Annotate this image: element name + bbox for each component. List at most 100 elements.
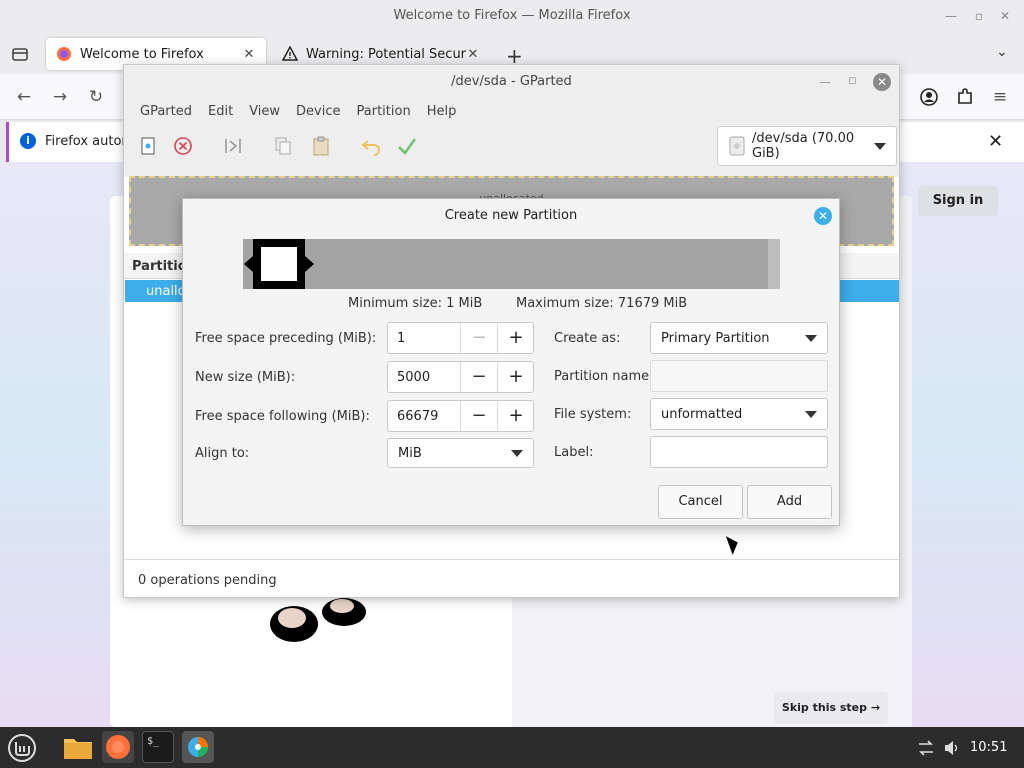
decrement-button[interactable]: − [460,362,497,392]
align-to-combo[interactable]: MiB [387,438,534,468]
mint-menu-icon[interactable] [6,732,38,764]
label-field[interactable] [650,436,828,468]
device-selector[interactable]: /dev/sda (70.00 GiB) [717,126,897,166]
close-dialog-icon[interactable]: ✕ [814,207,832,225]
notification-text: Firefox autom [45,134,135,149]
new-partition-icon[interactable] [135,135,161,161]
increment-button[interactable]: + [497,362,534,392]
firefox-icon[interactable] [102,731,134,763]
forward-icon[interactable]: → [49,86,71,108]
minimize-icon[interactable]: — [819,75,831,89]
partition-resize-handle-inner [261,247,297,281]
create-as-combo[interactable]: Primary Partition [650,322,828,354]
undo-icon[interactable] [358,135,384,161]
reload-icon[interactable]: ↻ [85,86,107,108]
menu-edit[interactable]: Edit [200,99,241,125]
chevron-down-icon [874,142,886,150]
skip-step-button[interactable]: Skip this step → [774,692,888,724]
partition-size-bar[interactable] [243,239,780,289]
resize-left-arrow-icon[interactable] [244,256,253,272]
close-tab-icon[interactable]: ✕ [242,47,256,62]
chevron-down-icon [805,411,817,418]
free-space-preceding-spinner: 1 − + [387,322,534,354]
chevron-down-icon [511,450,523,457]
list-all-tabs-icon[interactable]: ⌄ [996,44,1008,60]
add-button[interactable]: Add [747,485,832,519]
back-icon[interactable]: ← [13,86,35,108]
extensions-icon[interactable] [954,86,976,108]
free-space-following-label: Free space following (MiB): [195,409,370,424]
align-to-value: MiB [398,446,422,461]
new-size-spinner: 5000 − + [387,361,534,393]
new-size-label: New size (MiB): [195,370,296,385]
account-icon[interactable] [918,86,940,108]
free-space-following-input[interactable]: 66679 [397,409,438,424]
close-tab-icon[interactable]: ✕ [466,47,480,62]
gparted-menubar: GParted Edit View Device Partition Help [124,99,899,125]
menu-partition[interactable]: Partition [349,99,419,125]
gparted-icon[interactable] [182,731,214,763]
free-space-preceding-label: Free space preceding (MiB): [195,331,377,346]
create-as-value: Primary Partition [661,331,770,346]
apply-icon[interactable] [394,135,420,161]
create-partition-dialog: Create new Partition ✕ Minimum size: 1 M… [182,198,840,526]
chevron-down-icon [805,335,817,342]
partition-name-field[interactable] [650,360,828,392]
menu-icon[interactable]: ≡ [989,86,1011,108]
maximize-icon[interactable]: ▫ [972,9,986,23]
partition-size-bar-end [768,239,780,289]
clock[interactable]: 10:51 [970,740,1007,755]
file-system-label: File system: [554,407,632,422]
file-system-value: unformatted [661,407,743,422]
tab-overview-icon[interactable] [10,44,30,64]
illustration-shoes [266,594,370,650]
terminal-icon[interactable]: $_ [142,731,174,763]
delete-partition-icon[interactable] [170,135,196,161]
decrement-button[interactable]: − [460,401,497,431]
maximum-size-label: Maximum size: 71679 MiB [516,296,688,311]
gparted-window-title: /dev/sda - GParted [451,74,572,89]
align-to-label: Align to: [195,446,250,461]
network-icon[interactable] [917,740,935,756]
free-space-following-spinner: 66679 − + [387,400,534,432]
minimize-icon[interactable]: — [944,9,958,23]
new-tab-icon[interactable]: + [506,44,524,68]
dialog-title: Create new Partition [444,208,578,223]
decrement-button[interactable]: − [460,323,497,353]
resize-right-arrow-icon[interactable] [305,256,314,272]
table-row-partition: unallo [146,284,186,299]
free-space-preceding-input[interactable]: 1 [397,331,405,346]
label-label: Label: [554,445,594,460]
files-icon[interactable] [62,731,94,763]
minimum-size-label: Minimum size: 1 MiB [348,296,483,311]
tab-label: Warning: Potential Security [306,46,466,62]
info-icon: i [20,133,36,149]
new-size-input[interactable]: 5000 [397,370,430,385]
close-window-icon[interactable]: ✕ [998,9,1012,23]
volume-icon[interactable] [943,740,961,756]
firefox-window-title: Welcome to Firefox — Mozilla Firefox [393,8,631,23]
menu-help[interactable]: Help [419,99,465,125]
increment-button[interactable]: + [497,401,534,431]
warning-icon [281,45,299,62]
close-notification-icon[interactable]: ✕ [988,131,1003,152]
operations-pending-status: 0 operations pending [138,573,277,588]
file-system-combo[interactable]: unformatted [650,398,828,430]
tab-label: Welcome to Firefox [80,46,204,62]
menu-view[interactable]: View [241,99,288,125]
create-as-label: Create as: [554,331,621,346]
menu-gparted[interactable]: GParted [132,99,200,125]
copy-icon[interactable] [270,135,296,161]
firefox-icon [56,46,72,62]
resize-move-icon[interactable] [220,135,246,161]
disk-icon [728,136,746,156]
sign-in-button[interactable]: Sign in [918,186,998,216]
partition-name-label: Partition name: [554,369,654,384]
menu-device[interactable]: Device [288,99,348,125]
close-window-icon[interactable]: ✕ [873,73,891,91]
device-label: /dev/sda (70.00 GiB) [752,131,855,161]
maximize-icon[interactable]: ▫ [848,73,857,88]
increment-button[interactable]: + [497,323,534,353]
paste-icon[interactable] [308,135,334,161]
cancel-button[interactable]: Cancel [658,485,743,519]
